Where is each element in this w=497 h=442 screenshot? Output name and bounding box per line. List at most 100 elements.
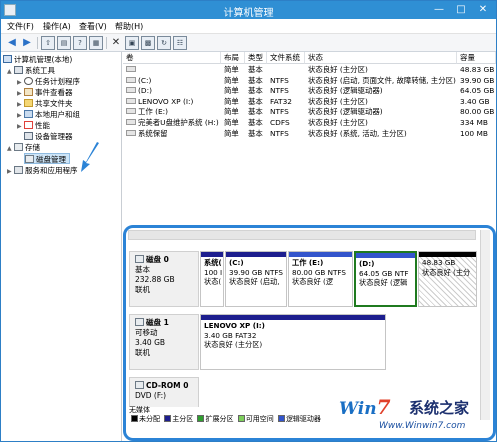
toolbar-separator bbox=[106, 37, 107, 49]
table-cell-fs: CDFS bbox=[270, 118, 305, 129]
cell-text: 基本 bbox=[248, 65, 263, 74]
expand-arrow-icon[interactable]: ▶ bbox=[17, 121, 24, 132]
partition-system-reserved[interactable]: 系统( 100 I 状态( bbox=[200, 251, 224, 307]
partition-c[interactable]: (C:) 39.90 GB NTFS 状态良好 (启动, bbox=[225, 251, 287, 307]
column-header-volume[interactable]: 卷 bbox=[123, 52, 221, 64]
cell-text: NTFS bbox=[270, 75, 289, 85]
legend-swatch-extended bbox=[197, 415, 205, 422]
cell-text: 简单 bbox=[224, 128, 239, 138]
tree-item-task-scheduler[interactable]: ▶ 任务计划程序 bbox=[17, 76, 80, 87]
table-row[interactable]: (D:) 简单 基本 NTFS 状态良好 (逻辑驱动器) 64.05 GB bbox=[123, 86, 496, 97]
minimize-button[interactable]: — bbox=[428, 1, 450, 19]
table-cell-type: 基本 bbox=[248, 65, 267, 76]
expand-arrow-icon[interactable]: ▲ bbox=[7, 143, 14, 154]
tree-item-root[interactable]: 计算机管理(本地) bbox=[3, 54, 72, 65]
vertical-scrollbar[interactable] bbox=[480, 230, 490, 420]
partition-size: 39.90 GB NTFS bbox=[229, 267, 283, 277]
tree-item-storage[interactable]: ▲ 存储 bbox=[7, 142, 40, 153]
delete-icon[interactable]: ✕ bbox=[109, 36, 123, 50]
save-icon[interactable]: ▩ bbox=[141, 36, 155, 50]
cell-text: 334 MB bbox=[460, 118, 488, 127]
cell-text: 完美者U盘维护系统 (H:) bbox=[138, 118, 219, 127]
tree-label: 本地用户和组 bbox=[35, 110, 80, 119]
tree-item-performance[interactable]: ▶ 性能 bbox=[17, 120, 50, 131]
column-header-capacity[interactable]: 容量 bbox=[457, 52, 496, 64]
partition-lenovo-xp[interactable]: LENOVO XP (I:) 3.40 GB FAT32 状态良好 (主分区) bbox=[200, 314, 386, 370]
up-folder-icon[interactable]: ⇧ bbox=[41, 36, 55, 50]
column-header-status[interactable]: 状态 bbox=[305, 52, 457, 64]
table-cell-type: 基本 bbox=[248, 107, 267, 118]
table-cell-fs: FAT32 bbox=[270, 97, 305, 108]
properties-icon[interactable]: ▦ bbox=[89, 36, 103, 50]
table-row[interactable]: LENOVO XP (I:) 简单 基本 FAT32 状态良好 (主分区) 3.40 GB bbox=[123, 97, 496, 108]
tree-label: 任务计划程序 bbox=[35, 77, 80, 86]
partition-status: 状态良好 (逻辑 bbox=[359, 278, 408, 287]
table-cell-type: 基本 bbox=[248, 97, 267, 108]
cell-text: 简单 bbox=[224, 96, 239, 106]
menu-help[interactable]: 帮助(H) bbox=[115, 21, 143, 32]
table-row[interactable]: 系统保留 简单 基本 NTFS 状态良好 (系统, 活动, 主分区) 100 MB bbox=[123, 129, 496, 140]
cell-text: FAT32 bbox=[270, 96, 292, 106]
partition-e[interactable]: 工作 (E:) 80.00 GB NTFS 状态良好 (逻 bbox=[288, 251, 353, 307]
partition-bar bbox=[201, 252, 223, 257]
tree-item-local-users[interactable]: ▶ 本地用户和组 bbox=[17, 109, 80, 120]
forward-arrow-icon[interactable]: ▶ bbox=[20, 36, 34, 50]
disk-1-label[interactable]: 磁盘 1 可移动 3.40 GB 联机 bbox=[129, 314, 199, 370]
menu-file[interactable]: 文件(F) bbox=[7, 21, 34, 32]
tree-item-system-tools[interactable]: ▲ 系统工具 bbox=[7, 65, 55, 76]
show-hide-tree-icon[interactable]: ▤ bbox=[57, 36, 71, 50]
cell-text: 系统保留 bbox=[138, 128, 168, 138]
users-icon bbox=[24, 110, 33, 118]
partition-d[interactable]: (D:) 64.05 GB NTF 状态良好 (逻辑 bbox=[354, 251, 417, 307]
cdrom-0-label[interactable]: CD-ROM 0 DVD (F:) bbox=[129, 377, 199, 407]
computer-management-window: 计算机管理 — □ ✕ 文件(F) 操作(A) 查看(V) 帮助(H) ◀ ▶ … bbox=[0, 0, 497, 442]
partition-bar bbox=[226, 252, 286, 257]
maximize-button[interactable]: □ bbox=[450, 1, 472, 19]
column-header-filesystem[interactable]: 文件系统 bbox=[267, 52, 305, 64]
table-cell-status: 状态良好 (主分区) bbox=[308, 65, 457, 76]
title-bar[interactable]: 计算机管理 — □ ✕ bbox=[1, 1, 496, 19]
table-row[interactable]: 简单 基本 状态良好 (主分区) 48.83 GB bbox=[123, 65, 496, 76]
cell-text: 简单 bbox=[224, 118, 239, 127]
partition-unlabeled[interactable]: 48.83 GB 状态良好 (主分 bbox=[418, 251, 477, 307]
tree-item-disk-management[interactable]: 磁盘管理 bbox=[24, 153, 70, 164]
table-cell-name: 完美者U盘维护系统 (H:) bbox=[126, 118, 221, 129]
help-icon[interactable]: ? bbox=[73, 36, 87, 50]
legend-swatch-primary bbox=[164, 415, 172, 422]
expand-arrow-icon[interactable]: ▶ bbox=[7, 166, 14, 177]
column-header-layout[interactable]: 布局 bbox=[221, 52, 245, 64]
disk-0-label[interactable]: 磁盘 0 基本 232.88 GB 联机 bbox=[129, 251, 199, 307]
volume-icon bbox=[126, 76, 136, 83]
toolbar-separator bbox=[37, 37, 38, 49]
tree-item-services-apps[interactable]: ▶ 服务和应用程序 bbox=[7, 165, 78, 176]
table-row[interactable]: 完美者U盘维护系统 (H:) 简单 基本 CDFS 状态良好 (主分区) 334 MB bbox=[123, 118, 496, 129]
table-cell-capacity: 100 MB bbox=[460, 129, 496, 140]
shared-folder-icon bbox=[24, 99, 33, 107]
horizontal-scrollbar[interactable] bbox=[128, 230, 476, 240]
export-list-icon[interactable]: ☷ bbox=[173, 36, 187, 50]
table-cell-status: 状态良好 (逻辑驱动器) bbox=[308, 86, 457, 97]
legend-label: 可用空间 bbox=[245, 415, 274, 423]
cell-text: 状态良好 (启动, 页面文件, 故障转储, 主分区) bbox=[308, 75, 456, 85]
table-cell-type: 基本 bbox=[248, 118, 267, 129]
table-row[interactable]: (C:) 简单 基本 NTFS 状态良好 (启动, 页面文件, 故障转储, 主分区) 39… bbox=[123, 76, 496, 87]
cell-text: NTFS bbox=[270, 107, 289, 117]
cell-text: NTFS bbox=[270, 86, 289, 96]
menu-action[interactable]: 操作(A) bbox=[43, 21, 71, 32]
table-row[interactable]: 工作 (E:) 简单 基本 NTFS 状态良好 (逻辑驱动器) 80.00 GB bbox=[123, 107, 496, 118]
open-folder-icon[interactable]: ▣ bbox=[125, 36, 139, 50]
table-cell-fs: NTFS bbox=[270, 86, 305, 97]
tree-item-shared-folders[interactable]: ▶ 共享文件夹 bbox=[17, 98, 73, 109]
table-cell-type: 基本 bbox=[248, 76, 267, 87]
close-button[interactable]: ✕ bbox=[472, 1, 494, 19]
tree-label: 事件查看器 bbox=[35, 88, 73, 97]
tree-item-event-viewer[interactable]: ▶ 事件查看器 bbox=[17, 87, 73, 98]
back-arrow-icon[interactable]: ◀ bbox=[5, 36, 19, 50]
column-header-type[interactable]: 类型 bbox=[245, 52, 267, 64]
volume-list: 卷 布局 类型 文件系统 状态 容量 简单 基本 状态良好 (主分区) 48.83 G… bbox=[123, 52, 496, 220]
menu-view[interactable]: 查看(V) bbox=[79, 21, 107, 32]
cell-text: 状态良好 (主分区) bbox=[308, 65, 368, 74]
refresh-icon[interactable]: ↻ bbox=[157, 36, 171, 50]
expand-arrow-icon[interactable]: ▲ bbox=[7, 66, 14, 77]
tree-item-device-manager[interactable]: 设备管理器 bbox=[24, 131, 73, 142]
